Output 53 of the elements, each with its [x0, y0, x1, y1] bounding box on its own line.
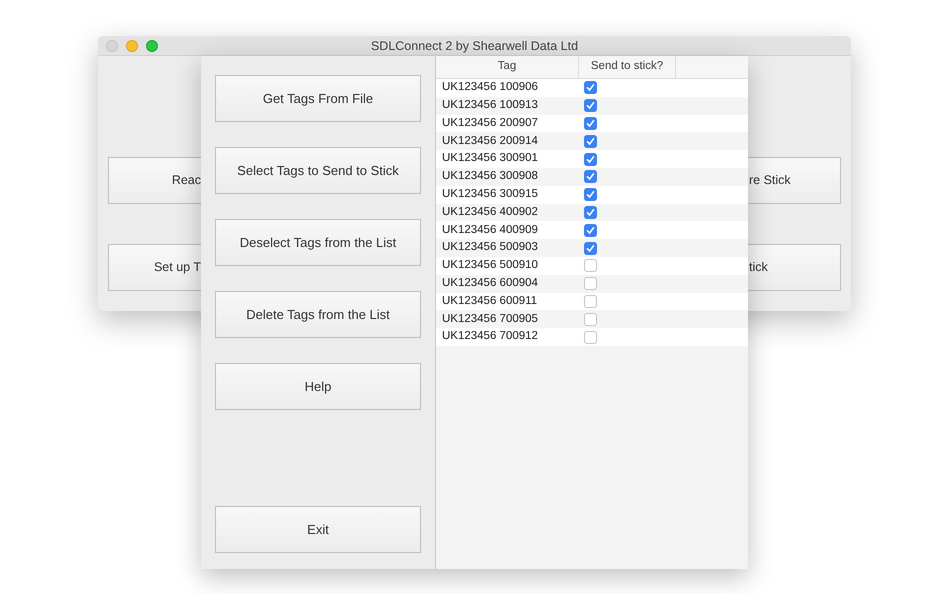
back-button[interactable]: Set up T — [108, 244, 201, 291]
table-row[interactable]: UK123456 700912 — [436, 328, 748, 346]
checkbox[interactable] — [584, 330, 597, 344]
table-row[interactable]: UK123456 600911 — [436, 292, 748, 310]
table-row[interactable]: UK123456 400909 — [436, 221, 748, 240]
table-row[interactable]: UK123456 500910 — [436, 256, 748, 275]
table-row[interactable]: UK123456 200907 — [436, 114, 748, 132]
tag-cell-text: UK123456 500910 — [441, 258, 539, 274]
column-header[interactable]: Tag — [436, 56, 579, 78]
action-button[interactable]: Delete Tags from the List — [215, 291, 421, 338]
tag-cell-text: UK123456 200907 — [441, 116, 539, 131]
back-button[interactable]: re Stick — [748, 157, 841, 204]
table-row[interactable]: UK123456 100906 — [436, 79, 748, 97]
checkbox[interactable] — [584, 206, 597, 219]
table-row[interactable]: UK123456 300915 — [436, 186, 748, 204]
checkbox[interactable] — [584, 170, 597, 184]
checkbox[interactable] — [584, 134, 597, 148]
checkbox[interactable] — [584, 259, 597, 272]
table-row[interactable]: UK123456 300901 — [436, 150, 748, 168]
tag-cell-text: UK123456 400909 — [441, 222, 539, 238]
checkbox[interactable] — [584, 99, 597, 112]
checkbox[interactable] — [584, 152, 597, 166]
action-button[interactable]: Help — [215, 363, 421, 410]
back-button[interactable]: tick — [748, 244, 841, 291]
action-button[interactable]: Deselect Tags from the List — [215, 219, 421, 266]
action-button[interactable]: Select Tags to Send to Stick — [215, 147, 421, 194]
checkbox[interactable] — [584, 277, 597, 290]
checkbox[interactable] — [584, 312, 597, 326]
tag-cell-text: UK123456 100906 — [441, 80, 539, 96]
column-header[interactable]: Send to stick? — [579, 56, 676, 78]
tag-cell-text: UK123456 700905 — [441, 312, 539, 327]
checkbox[interactable] — [584, 224, 597, 237]
tag-cell-text: UK123456 500903 — [441, 240, 539, 256]
back-button[interactable]: Reac — [108, 157, 201, 204]
tag-cell-text: UK123456 700912 — [441, 329, 539, 344]
window-title: SDLConnect 2 by Shearwell Data Ltd — [370, 38, 580, 55]
action-button[interactable]: Get Tags From File — [215, 75, 421, 122]
tag-cell-text: UK123456 400902 — [441, 204, 539, 220]
tag-cell-text: UK123456 600904 — [441, 276, 539, 292]
tag-cell-text: UK123456 200914 — [441, 134, 539, 149]
zoom-button[interactable] — [146, 40, 158, 52]
checkbox[interactable] — [584, 188, 597, 202]
tag-cell-text: UK123456 300908 — [441, 169, 539, 184]
tag-cell-text: UK123456 300915 — [441, 187, 539, 202]
tag-cell-text: UK123456 300901 — [441, 151, 539, 166]
checkbox[interactable] — [584, 81, 597, 94]
table-row[interactable]: UK123456 400902 — [436, 204, 748, 222]
tag-cell-text: UK123456 600911 — [441, 294, 538, 309]
checkbox[interactable] — [584, 242, 597, 255]
checkbox[interactable] — [584, 116, 597, 130]
checkbox[interactable] — [584, 294, 597, 308]
tag-cell-text: UK123456 100913 — [441, 98, 539, 114]
exit-button[interactable]: Exit — [215, 506, 421, 553]
